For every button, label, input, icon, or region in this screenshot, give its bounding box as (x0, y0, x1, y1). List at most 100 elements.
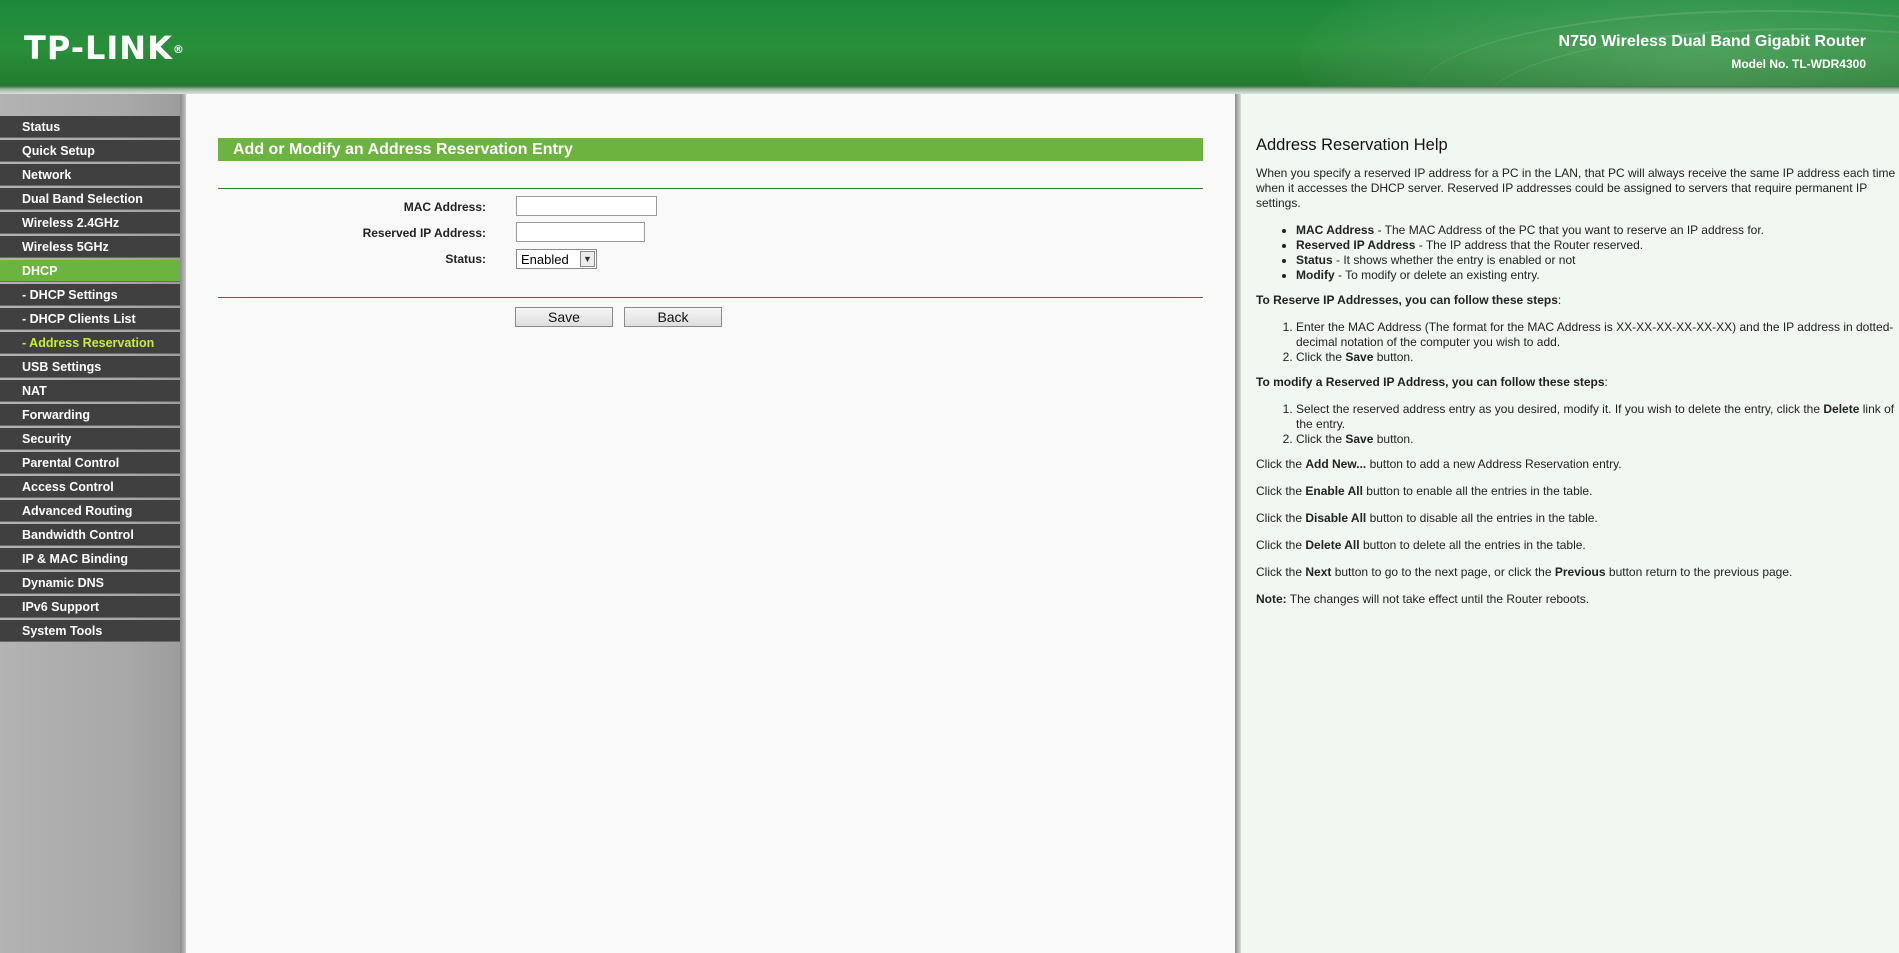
reserve-steps-heading: To Reserve IP Addresses, you can follow … (1256, 293, 1562, 307)
help-desc: - To modify or delete an existing entry. (1334, 268, 1540, 282)
sidebar-subitem-dhcp-clients-list[interactable]: - DHCP Clients List (0, 308, 180, 330)
help-line: Click the Disable All button to disable … (1256, 511, 1899, 526)
reserved-ip-input[interactable] (516, 222, 645, 242)
line-bold: Disable All (1305, 511, 1367, 525)
help-note: Note: The changes will not take effect u… (1256, 592, 1899, 607)
modify-steps-heading: To modify a Reserved IP Address, you can… (1256, 375, 1608, 389)
logo-text: TP-LINK (24, 29, 173, 67)
line-text: Click the (1256, 538, 1306, 552)
back-button[interactable]: Back (624, 307, 722, 327)
line-bold: Previous (1554, 565, 1606, 579)
sidebar-item-system-tools[interactable]: System Tools (0, 620, 180, 642)
help-desc: - The IP address that the Router reserve… (1415, 238, 1644, 252)
sidebar-item-advanced-routing[interactable]: Advanced Routing (0, 500, 180, 522)
status-select[interactable]: Enabled ▼ (516, 249, 597, 269)
step-text: Click the (1296, 432, 1346, 446)
line-text: button to enable all the entries in the … (1362, 484, 1593, 498)
sidebar-item-dhcp[interactable]: DHCP (0, 260, 180, 282)
help-line-next: Click the Next button to go to the next … (1256, 565, 1899, 580)
mac-address-input[interactable] (516, 196, 657, 216)
help-line: Click the Delete All button to delete al… (1256, 538, 1899, 553)
step-text: Click the (1296, 350, 1346, 364)
help-desc: - It shows whether the entry is enabled … (1332, 253, 1576, 267)
header-banner: TP-LINK® N750 Wireless Dual Band Gigabit… (0, 0, 1899, 86)
step-text: Select the reserved address entry as you… (1296, 402, 1824, 416)
line-text: Click the (1256, 511, 1306, 525)
product-name: N750 Wireless Dual Band Gigabit Router (1558, 33, 1866, 50)
sidebar-item-parental-control[interactable]: Parental Control (0, 452, 180, 474)
help-intro: When you specify a reserved IP address f… (1256, 166, 1896, 210)
tp-link-logo: TP-LINK® (24, 28, 185, 68)
sidebar-item-wireless-24ghz[interactable]: Wireless 2.4GHz (0, 212, 180, 234)
line-text: button return to the previous page. (1605, 565, 1793, 579)
help-line: Click the Enable All button to enable al… (1256, 484, 1899, 499)
divider-line (218, 188, 1203, 189)
line-text: button to disable all the entries in the… (1366, 511, 1598, 525)
note-label: Note: (1256, 592, 1287, 606)
modify-steps-list: Select the reserved address entry as you… (1256, 402, 1899, 447)
help-panel: Address Reservation Help When you specif… (1241, 94, 1899, 953)
step-text: button. (1373, 432, 1414, 446)
line-bold: Add New... (1305, 457, 1367, 471)
help-field-item: MAC Address - The MAC Address of the PC … (1296, 223, 1899, 238)
note-text: The changes will not take effect until t… (1286, 592, 1590, 606)
modify-step: Click the Save button. (1296, 432, 1899, 447)
sidebar-item-usb-settings[interactable]: USB Settings (0, 356, 180, 378)
sidebar-item-status[interactable]: Status (0, 116, 180, 138)
sidebar-item-forwarding[interactable]: Forwarding (0, 404, 180, 426)
step-bold: Delete (1823, 402, 1860, 416)
line-text: button to delete all the entries in the … (1359, 538, 1586, 552)
step-bold: Save (1345, 350, 1374, 364)
reserve-heading-text: To Reserve IP Addresses, you can follow … (1256, 293, 1558, 307)
help-body: When you specify a reserved IP address f… (1256, 166, 1899, 619)
help-term: Reserved IP Address (1296, 238, 1416, 252)
save-button[interactable]: Save (515, 307, 613, 327)
form-title: Add or Modify an Address Reservation Ent… (218, 138, 1203, 161)
step-bold: Save (1345, 432, 1374, 446)
help-field-item: Modify - To modify or delete an existing… (1296, 268, 1899, 283)
header-divider (0, 86, 1899, 94)
status-select-value: Enabled (521, 252, 569, 267)
sidebar-subitem-address-reservation[interactable]: - Address Reservation (0, 332, 180, 354)
line-bold: Delete All (1305, 538, 1360, 552)
sidebar-item-network[interactable]: Network (0, 164, 180, 186)
sidebar-item-dynamic-dns[interactable]: Dynamic DNS (0, 572, 180, 594)
step-text: button. (1373, 350, 1414, 364)
line-text: button to add a new Address Reservation … (1366, 457, 1622, 471)
sidebar-item-ip-mac-binding[interactable]: IP & MAC Binding (0, 548, 180, 570)
sidebar-item-dual-band-selection[interactable]: Dual Band Selection (0, 188, 180, 210)
line-text: Click the (1256, 565, 1306, 579)
help-term: MAC Address (1296, 223, 1375, 237)
sidebar-subitem-dhcp-settings[interactable]: - DHCP Settings (0, 284, 180, 306)
reserve-step: Click the Save button. (1296, 350, 1899, 365)
model-number: Model No. TL-WDR4300 (1731, 57, 1866, 71)
sidebar-item-nat[interactable]: NAT (0, 380, 180, 402)
line-bold: Next (1305, 565, 1332, 579)
help-field-list: MAC Address - The MAC Address of the PC … (1256, 223, 1899, 283)
status-label: Status: (445, 252, 486, 266)
help-line: Click the Add New... button to add a new… (1256, 457, 1899, 472)
help-field-item: Status - It shows whether the entry is e… (1296, 253, 1899, 268)
help-term: Status (1296, 253, 1333, 267)
sidebar-item-bandwidth-control[interactable]: Bandwidth Control (0, 524, 180, 546)
help-term: Modify (1296, 268, 1335, 282)
line-text: Click the (1256, 457, 1306, 471)
sidebar-item-wireless-5ghz[interactable]: Wireless 5GHz (0, 236, 180, 258)
help-title: Address Reservation Help (1256, 136, 1448, 154)
sidebar-item-quick-setup[interactable]: Quick Setup (0, 140, 180, 162)
sidebar-item-ipv6-support[interactable]: IPv6 Support (0, 596, 180, 618)
reserved-ip-label: Reserved IP Address: (362, 226, 486, 240)
line-text: Click the (1256, 484, 1306, 498)
chevron-down-icon[interactable]: ▼ (580, 251, 595, 267)
sidebar-item-access-control[interactable]: Access Control (0, 476, 180, 498)
help-field-item: Reserved IP Address - The IP address tha… (1296, 238, 1899, 253)
reserve-step: Enter the MAC Address (The format for th… (1296, 320, 1899, 350)
reserve-steps-list: Enter the MAC Address (The format for th… (1256, 320, 1899, 365)
help-desc: - The MAC Address of the PC that you wan… (1374, 223, 1764, 237)
line-bold: Enable All (1305, 484, 1363, 498)
main-content: Add or Modify an Address Reservation Ent… (186, 94, 1235, 953)
registered-mark: ® (172, 43, 185, 56)
sidebar-item-security[interactable]: Security (0, 428, 180, 450)
mac-address-label: MAC Address: (403, 200, 486, 214)
divider-line (218, 297, 1203, 298)
